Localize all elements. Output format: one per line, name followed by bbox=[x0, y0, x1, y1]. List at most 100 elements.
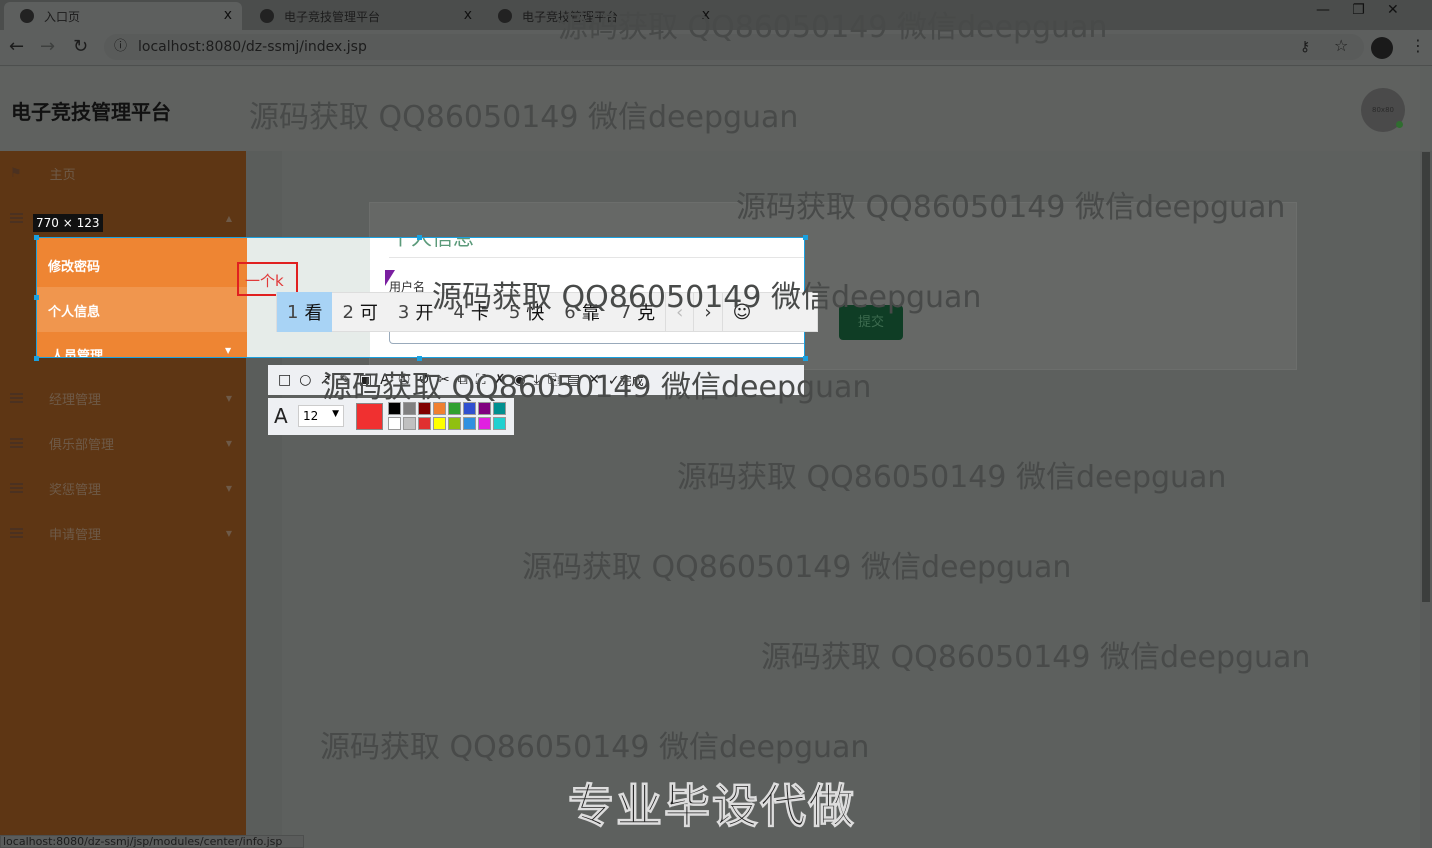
long-capture-icon[interactable]: ⎘ bbox=[548, 372, 559, 388]
tab-entry[interactable]: 入口页 x bbox=[4, 2, 242, 30]
color-swatch[interactable] bbox=[403, 402, 416, 415]
ime-candidate[interactable]: 5快 bbox=[499, 292, 554, 332]
undo-icon[interactable]: ↺ bbox=[418, 372, 430, 388]
color-swatch[interactable] bbox=[463, 402, 476, 415]
ime-candidate[interactable]: 3开 bbox=[388, 292, 443, 332]
color-swatch[interactable] bbox=[433, 402, 446, 415]
text-tool-icon[interactable]: A bbox=[380, 372, 390, 388]
ime-candidate[interactable]: 6靠 bbox=[554, 292, 609, 332]
sidebar-item-users[interactable]: 人员管理 bbox=[51, 345, 103, 357]
grid-icon bbox=[10, 528, 23, 539]
key-icon[interactable]: ⚷ bbox=[1300, 39, 1310, 55]
sidebar-item-home[interactable]: ⚑ 主页 bbox=[0, 151, 246, 196]
card-title: 个人信息 bbox=[390, 237, 474, 250]
color-swatch[interactable] bbox=[493, 402, 506, 415]
done-button[interactable]: ✓完成 bbox=[608, 372, 644, 389]
ime-candidate-bar: 1 看 2 可 3 开 4 卡 5 快 6 靠 7 克 ‹ › ☺ bbox=[276, 292, 818, 332]
color-swatch[interactable] bbox=[418, 402, 431, 415]
username-input[interactable] bbox=[389, 332, 804, 344]
sidebar-item-manager[interactable]: 经理管理 ▼ bbox=[0, 376, 246, 421]
ime-candidate[interactable]: 2可 bbox=[332, 292, 387, 332]
chevron-down-icon: ▼ bbox=[225, 439, 232, 448]
star-icon[interactable]: ☆ bbox=[1334, 36, 1348, 55]
candidate-number: 4 bbox=[453, 301, 465, 323]
sidebar-item-club[interactable]: 俱乐部管理 ▼ bbox=[0, 421, 246, 466]
reload-icon[interactable]: ↻ bbox=[73, 36, 88, 57]
close-tab-icon[interactable]: x bbox=[702, 7, 710, 23]
ocr-icon[interactable]: ⛶ bbox=[476, 372, 486, 388]
color-swatch[interactable] bbox=[388, 402, 401, 415]
current-color[interactable] bbox=[356, 403, 383, 430]
tab-platform[interactable]: 电子竞技管理平台 x bbox=[244, 2, 482, 30]
online-indicator bbox=[1396, 121, 1403, 128]
save-icon[interactable]: ▤ bbox=[567, 372, 580, 388]
color-swatch[interactable] bbox=[448, 417, 461, 430]
submit-button[interactable]: 提交 bbox=[839, 305, 903, 340]
sidebar-label: 俱乐部管理 bbox=[49, 438, 115, 453]
candidate-char: 可 bbox=[359, 303, 378, 324]
candidate-char: 靠 bbox=[581, 303, 600, 324]
tab-platform-2[interactable]: 电子竞技管理平台 x bbox=[482, 2, 720, 30]
sidebar-label: 奖惩管理 bbox=[49, 483, 102, 498]
cancel-icon[interactable]: ✕ bbox=[588, 372, 600, 388]
color-swatch[interactable] bbox=[418, 417, 431, 430]
ime-candidate[interactable]: 4卡 bbox=[443, 292, 498, 332]
scrollbar-thumb[interactable] bbox=[1422, 152, 1430, 602]
color-swatch[interactable] bbox=[448, 402, 461, 415]
url-input[interactable]: ⓘ localhost:8080/dz-ssmj/index.jsp bbox=[104, 34, 1364, 60]
sidebar-label: 主页 bbox=[49, 168, 76, 183]
ime-candidate[interactable]: 1看 bbox=[277, 292, 333, 332]
close-tab-icon[interactable]: x bbox=[224, 7, 232, 23]
sidebar-item-password[interactable]: 修改密码 bbox=[48, 256, 100, 275]
profile-icon[interactable] bbox=[1371, 37, 1393, 59]
close-tab-icon[interactable]: x bbox=[464, 7, 472, 23]
candidate-number: 1 bbox=[287, 301, 299, 323]
candidate-number: 7 bbox=[619, 301, 632, 323]
menu-icon[interactable]: ⋮ bbox=[1410, 36, 1426, 55]
emoji-icon[interactable]: ☺ bbox=[721, 292, 762, 332]
window-controls[interactable]: — ❐ ✕ bbox=[1316, 2, 1399, 18]
tab-title: 电子竞技管理平台 bbox=[522, 9, 619, 24]
ime-next-icon[interactable]: › bbox=[693, 292, 721, 332]
ellipse-tool-icon[interactable]: ○ bbox=[299, 372, 311, 388]
sidebar-item-rewards[interactable]: 奖惩管理 ▼ bbox=[0, 466, 246, 511]
color-swatch[interactable] bbox=[388, 417, 401, 430]
translate-icon[interactable]: ✗ bbox=[494, 372, 506, 388]
chevron-down-icon: ▼ bbox=[225, 529, 232, 538]
color-swatch[interactable] bbox=[478, 402, 491, 415]
candidate-char: 看 bbox=[304, 303, 323, 324]
color-swatch[interactable] bbox=[463, 417, 476, 430]
sidebar-item-applications[interactable]: 申请管理 ▼ bbox=[0, 511, 246, 556]
arrow-tool-icon[interactable]: ↗ bbox=[319, 372, 331, 388]
font-size-select[interactable]: 12 ▼ bbox=[298, 405, 344, 427]
candidate-number: 3 bbox=[397, 301, 410, 323]
info-icon: ⓘ bbox=[114, 39, 128, 54]
cut-icon[interactable]: ✂ bbox=[438, 372, 450, 388]
ime-candidate[interactable]: 7克 bbox=[610, 292, 665, 332]
pen-tool-icon[interactable]: ✎ bbox=[339, 372, 351, 388]
watermark: 源码获取 QQ86050149 微信deepguan bbox=[677, 460, 1227, 495]
download-icon[interactable]: ⤓ bbox=[534, 372, 540, 388]
candidate-char: 卡 bbox=[470, 303, 489, 324]
sidebar-label: 个人信息 bbox=[48, 305, 101, 320]
color-swatch[interactable] bbox=[478, 417, 491, 430]
rectangle-tool-icon[interactable]: □ bbox=[278, 372, 291, 388]
watermark: 源码获取 QQ86050149 微信deepguan bbox=[522, 550, 1072, 585]
candidate-number: 6 bbox=[564, 301, 576, 323]
color-swatch[interactable] bbox=[433, 417, 446, 430]
pin-icon[interactable]: ⧉ bbox=[458, 372, 468, 388]
ime-prev-icon[interactable]: ‹ bbox=[665, 292, 693, 332]
color-swatch[interactable] bbox=[403, 417, 416, 430]
forward-icon[interactable]: → bbox=[40, 36, 55, 57]
font-icon: A bbox=[274, 404, 288, 428]
font-size-value: 12 bbox=[303, 409, 319, 423]
back-icon[interactable]: ← bbox=[9, 36, 24, 57]
text-annotation[interactable]: 一个k bbox=[237, 262, 298, 296]
color-swatch[interactable] bbox=[493, 417, 506, 430]
color-pick-icon[interactable]: ◉ bbox=[513, 372, 525, 388]
cursor-icon bbox=[385, 270, 395, 286]
mosaic-tool-icon[interactable]: ▣ bbox=[359, 372, 372, 388]
number-tool-icon[interactable]: ① bbox=[398, 372, 411, 388]
globe-icon bbox=[498, 9, 512, 23]
flag-icon: ⚑ bbox=[10, 166, 22, 181]
